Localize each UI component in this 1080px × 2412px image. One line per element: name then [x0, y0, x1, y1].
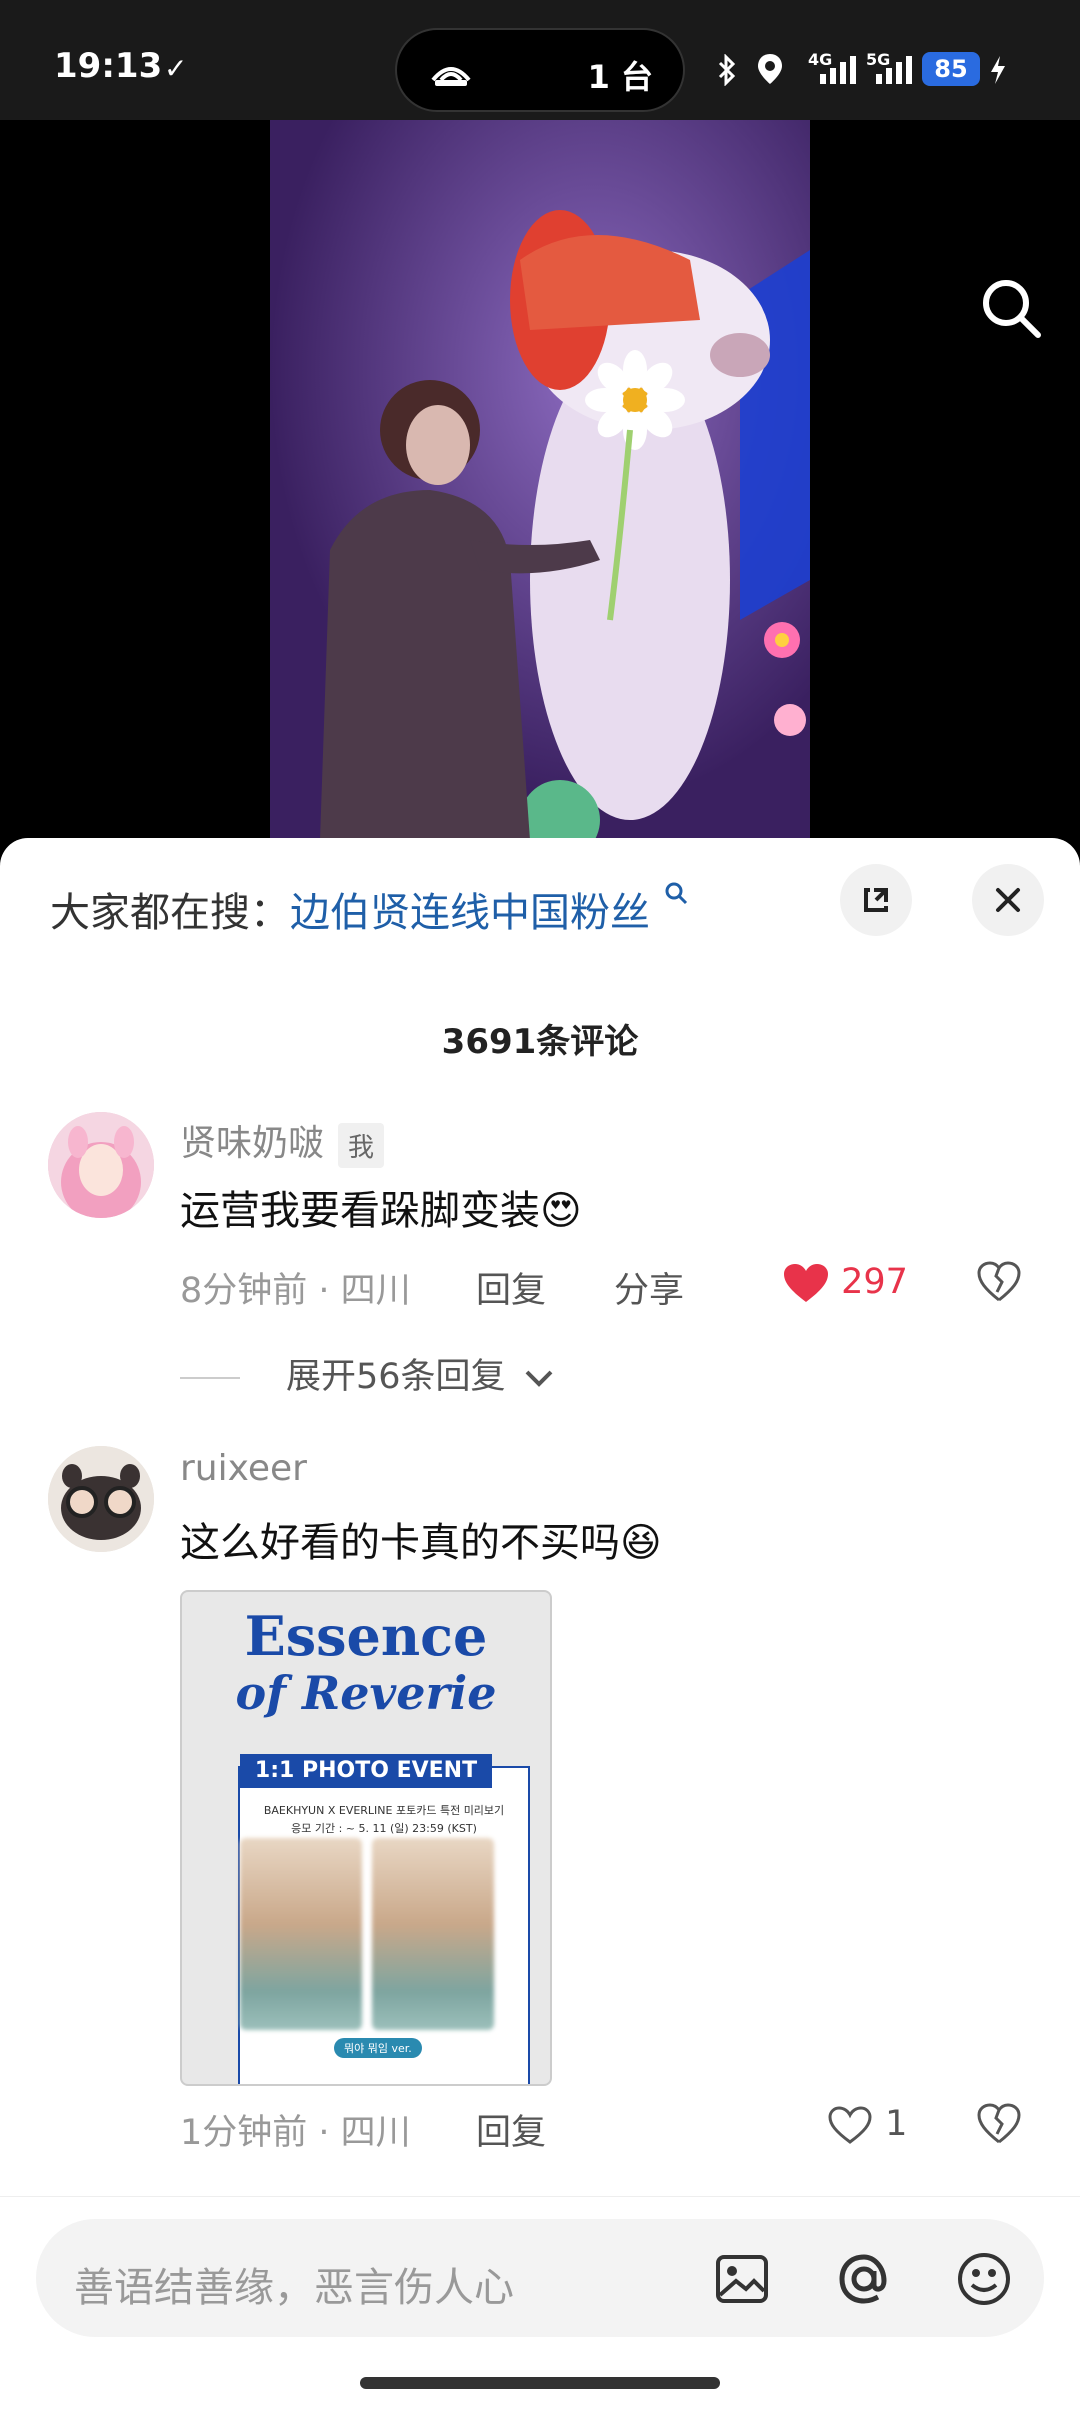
search-icon[interactable] — [978, 275, 1044, 341]
like-button[interactable]: 1 — [826, 2104, 907, 2146]
heart-eyes-emoji-icon: 😍 — [540, 1188, 582, 1234]
battery-level: 85 — [922, 52, 980, 86]
comments-sheet: 大家都在搜：边伯贤连线中国粉丝 3691条评论 贤味奶啵我 运营我要看跺脚变装😍… — [0, 838, 1080, 2412]
emoji-icon[interactable] — [954, 2249, 1014, 2309]
check-icon: ✓ — [164, 52, 188, 85]
like-button[interactable]: 297 — [782, 1262, 908, 1304]
comment-username[interactable]: 贤味奶啵我 — [180, 1114, 385, 1168]
video-frame[interactable] — [270, 120, 810, 840]
expand-icon — [864, 888, 888, 912]
signal-5g-icon — [876, 56, 912, 84]
divider-line — [180, 1377, 240, 1379]
image-subtitle-1: BAEKHYUN X EVERLINE 포토카드 특전 미리보기 — [263, 1804, 505, 1817]
me-tag: 我 — [338, 1122, 385, 1168]
photocard-right — [372, 1838, 494, 2030]
comment-input[interactable]: 善语结善缘，恶言伤人心 — [36, 2219, 1044, 2337]
photocard-left — [240, 1838, 362, 2030]
mention-icon[interactable] — [834, 2249, 894, 2309]
dislike-icon[interactable] — [976, 2102, 1022, 2146]
charging-icon — [991, 56, 1005, 84]
expand-replies-button[interactable]: 展开56条回复 — [180, 1348, 555, 1399]
image-subtitle-2: 응모 기간 : ~ 5. 11 (일) 23:59 (KST) — [291, 1822, 477, 1835]
avatar-illustration — [48, 1112, 154, 1218]
comment-image[interactable]: Essence of Reverie 1:1 PHOTO EVENT BAEKH… — [180, 1590, 552, 2086]
image-title-1: Essence — [244, 1604, 488, 1668]
comment-text: 运营我要看跺脚变装😍 — [180, 1178, 582, 1236]
username-text[interactable]: ruixeer — [180, 1448, 307, 1489]
heart-filled-icon — [784, 1264, 828, 1302]
comment-body: 运营我要看跺脚变装 — [180, 1188, 540, 1234]
comment-body: 这么好看的卡真的不买吗 — [180, 1520, 620, 1566]
expand-replies-label[interactable]: 展开56条回复 — [286, 1357, 506, 1397]
cast-device-count: 1 台 — [587, 58, 653, 96]
username-text[interactable]: 贤味奶啵 — [180, 1123, 324, 1164]
status-time: 19:13 — [54, 46, 163, 86]
hot-search-keyword[interactable]: 边伯贤连线中国粉丝 — [290, 890, 650, 936]
hot-search-prefix: 大家都在搜： — [50, 890, 290, 936]
comment-count: 3691条评论 — [441, 1022, 639, 1062]
status-bar: 19:13 ✓ 1 台 4G 5G 85 — [0, 0, 1080, 120]
laughing-emoji-icon: 😆 — [620, 1520, 662, 1566]
close-icon — [996, 888, 1020, 912]
avatar[interactable] — [48, 1112, 154, 1218]
like-count: 1 — [885, 2104, 908, 2144]
avatar[interactable] — [48, 1446, 154, 1552]
comment-input-bar: 善语结善缘，恶言伤人心 — [0, 2196, 1080, 2412]
share-button[interactable]: 分享 — [614, 1262, 684, 1313]
image-title-2: of Reverie — [235, 1666, 497, 1720]
video-scene-illustration — [270, 120, 810, 840]
heart-outline-icon — [828, 2106, 872, 2144]
dislike-icon[interactable] — [976, 1260, 1022, 1304]
image-version-badge: 뭐야 뭐임 ver. — [334, 2038, 422, 2058]
expand-button[interactable] — [840, 864, 912, 936]
signal-4g-icon — [820, 56, 856, 84]
close-button[interactable] — [972, 864, 1044, 936]
reply-button[interactable]: 回复 — [476, 1262, 546, 1313]
bluetooth-icon — [718, 54, 736, 86]
avatar-illustration — [48, 1446, 154, 1552]
image-banner: 1:1 PHOTO EVENT — [240, 1754, 492, 1788]
search-small-icon — [665, 882, 687, 905]
location-icon — [758, 54, 782, 84]
comment-meta: 1分钟前 · 四川 — [180, 2113, 411, 2153]
hot-search-row[interactable]: 大家都在搜：边伯贤连线中国粉丝 — [50, 880, 689, 938]
cast-icon — [431, 67, 471, 86]
chevron-down-icon — [525, 1370, 553, 1387]
video-player[interactable] — [0, 120, 1080, 840]
reply-button[interactable]: 回复 — [476, 2104, 546, 2155]
comment-text: 这么好看的卡真的不买吗😆 — [180, 1510, 662, 1568]
image-icon[interactable] — [714, 2251, 770, 2307]
comment-username[interactable]: ruixeer — [180, 1448, 307, 1489]
like-count: 297 — [841, 1262, 908, 1302]
home-indicator[interactable] — [360, 2377, 720, 2389]
comment-meta: 8分钟前 · 四川 — [180, 1271, 411, 1311]
cast-pill[interactable]: 1 台 — [395, 28, 685, 112]
comment-input-placeholder: 善语结善缘，恶言伤人心 — [74, 2265, 514, 2311]
